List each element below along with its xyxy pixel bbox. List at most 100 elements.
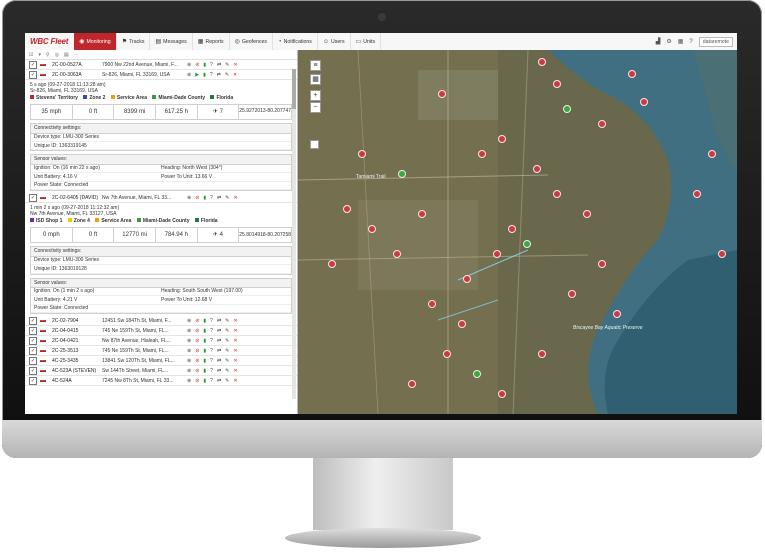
map-marker[interactable] <box>583 210 591 218</box>
locate-icon[interactable]: ⊕ <box>187 318 191 324</box>
map-marker[interactable] <box>358 150 366 158</box>
map-marker[interactable] <box>568 290 576 298</box>
scrollbar-thumb[interactable] <box>292 69 296 109</box>
map-marker[interactable] <box>498 135 506 143</box>
stop-icon[interactable]: ⊘ <box>195 328 199 334</box>
delete-icon[interactable]: ✕ <box>233 338 237 344</box>
help-icon[interactable]: ? <box>210 338 213 344</box>
delete-icon[interactable]: ✕ <box>233 195 237 201</box>
settings-icon[interactable]: ⚙ <box>666 38 671 45</box>
layers-icon[interactable]: ▤ <box>64 52 69 58</box>
locate-icon[interactable]: ⊕ <box>187 358 191 364</box>
tab-units[interactable]: ▭ Units <box>351 33 382 50</box>
delete-icon[interactable]: ✕ <box>233 368 237 374</box>
stop-icon[interactable]: ⊘ <box>195 348 199 354</box>
stop-icon[interactable]: ⊘ <box>195 378 199 384</box>
tools-icon[interactable]: ✎ <box>225 318 229 324</box>
filter-icon[interactable]: ⚲ <box>46 52 50 58</box>
stop-icon[interactable]: ⊘ <box>195 368 199 374</box>
help-icon[interactable]: ? <box>210 328 213 334</box>
row-checkbox[interactable]: ✓ <box>29 316 37 325</box>
zoom-out-button[interactable]: − <box>310 102 321 113</box>
send-icon[interactable]: ⇄ <box>217 348 221 354</box>
user-menu[interactable]: dataremote <box>698 36 733 47</box>
map-marker[interactable] <box>523 240 531 248</box>
send-icon[interactable]: ⇄ <box>217 328 221 334</box>
help-icon[interactable]: ? <box>210 62 213 68</box>
map-ruler-button[interactable] <box>310 140 319 149</box>
map-marker[interactable] <box>718 250 726 258</box>
unit-row[interactable]: ✓ ▬ 2C-04-0421 Nw 87th Avenue, Hialeah, FL.… <box>25 336 297 347</box>
stop-icon[interactable]: ⊘ <box>195 338 199 344</box>
apps-grid-icon[interactable]: ▦ <box>678 38 684 45</box>
map-marker[interactable] <box>398 170 406 178</box>
unit-row[interactable]: ✓ ▬ 2C-25-3513 745 Ne 159Th St, Miami, FL..… <box>25 346 297 357</box>
unit-row[interactable]: ✓ ▬ 2C-04-0415 745 Ne 159Th St, Miami, FL..… <box>25 326 297 337</box>
delete-icon[interactable]: ✕ <box>233 72 237 78</box>
target-icon[interactable]: ◎ <box>55 52 59 58</box>
row-checkbox[interactable]: ✓ <box>29 326 37 335</box>
unit-row[interactable]: ✓ ▬ 4C-523A (STEVEN) Sw 144Th Street, Miami… <box>25 366 297 377</box>
delete-icon[interactable]: ✕ <box>233 62 237 68</box>
help-icon[interactable]: ? <box>210 348 213 354</box>
help-icon[interactable]: ? <box>210 72 213 78</box>
map-marker[interactable] <box>538 350 546 358</box>
locate-icon[interactable]: ⊕ <box>187 338 191 344</box>
tools-icon[interactable]: ✎ <box>225 368 229 374</box>
row-checkbox[interactable]: ✓ <box>29 356 37 365</box>
delete-icon[interactable]: ✕ <box>233 378 237 384</box>
send-icon[interactable]: ⇄ <box>217 318 221 324</box>
map-marker[interactable] <box>498 390 506 398</box>
more-icon[interactable]: ⋯ <box>74 52 79 58</box>
tab-tracks[interactable]: ⚑ Tracks <box>117 33 151 50</box>
chart-icon[interactable]: ▟ <box>656 38 661 45</box>
tools-icon[interactable]: ✎ <box>225 62 229 68</box>
unit-row[interactable]: ✓ ▬ 4C-25-3435 13841 Sw 120Th St, Miami, FL… <box>25 356 297 367</box>
send-icon[interactable]: ⇄ <box>217 358 221 364</box>
map-marker[interactable] <box>478 150 486 158</box>
delete-icon[interactable]: ✕ <box>233 318 237 324</box>
delete-icon[interactable]: ✕ <box>233 348 237 354</box>
map-layers-button[interactable]: ≡ <box>310 60 321 71</box>
tab-geofences[interactable]: ◎ Geofences <box>230 33 273 50</box>
map-marker[interactable] <box>408 380 416 388</box>
locate-icon[interactable]: ⊕ <box>187 378 191 384</box>
send-icon[interactable]: ⇄ <box>217 72 221 78</box>
row-checkbox[interactable]: ✓ <box>29 346 37 355</box>
stop-icon[interactable]: ⊘ <box>195 195 199 201</box>
tools-icon[interactable]: ✎ <box>225 195 229 201</box>
row-checkbox[interactable]: ✓ <box>29 336 37 345</box>
map-marker[interactable] <box>428 300 436 308</box>
stop-icon[interactable]: ⊘ <box>195 62 199 68</box>
map-marker[interactable] <box>508 225 516 233</box>
send-icon[interactable]: ⇄ <box>217 62 221 68</box>
tools-icon[interactable]: ✎ <box>225 348 229 354</box>
map-marker[interactable] <box>368 225 376 233</box>
zoom-in-button[interactable]: + <box>310 90 321 101</box>
map-marker[interactable] <box>553 190 561 198</box>
tools-icon[interactable]: ✎ <box>225 72 229 78</box>
map-marker[interactable] <box>693 190 701 198</box>
tab-reports[interactable]: ▦ Reports <box>193 33 230 50</box>
map-marker[interactable] <box>418 210 426 218</box>
tools-icon[interactable]: ✎ <box>225 338 229 344</box>
map-marker[interactable] <box>613 310 621 318</box>
send-icon[interactable]: ⇄ <box>217 378 221 384</box>
map-marker[interactable] <box>538 58 546 66</box>
send-icon[interactable]: ⇄ <box>217 195 221 201</box>
row-checkbox[interactable]: ✓ <box>29 366 37 375</box>
locate-icon[interactable]: ⊕ <box>187 62 191 68</box>
locate-icon[interactable]: ⊕ <box>187 348 191 354</box>
unit-row[interactable]: ✓ ▬ 2C-00-3063A Sr-826, Miami, FL 33169, … <box>25 70 297 80</box>
tools-icon[interactable]: ✎ <box>225 328 229 334</box>
unit-row[interactable]: ✓ ▬ 2C-02-7904 12451 Sw 184Th St, Miami, F.… <box>25 316 297 327</box>
select-all-checkbox[interactable]: ☑ <box>29 52 33 58</box>
stop-icon[interactable]: ⊘ <box>195 358 199 364</box>
help-icon[interactable]: ? <box>210 378 213 384</box>
help-icon[interactable]: ? <box>210 368 213 374</box>
send-icon[interactable]: ⇄ <box>217 338 221 344</box>
row-checkbox[interactable]: ✓ <box>29 376 37 385</box>
map-marker[interactable] <box>598 260 606 268</box>
map-marker[interactable] <box>640 98 648 106</box>
unit-row[interactable]: ✓ ▬ 4C-524A 7245 Nw 8Th St, Miami, FL 33...… <box>25 376 297 387</box>
